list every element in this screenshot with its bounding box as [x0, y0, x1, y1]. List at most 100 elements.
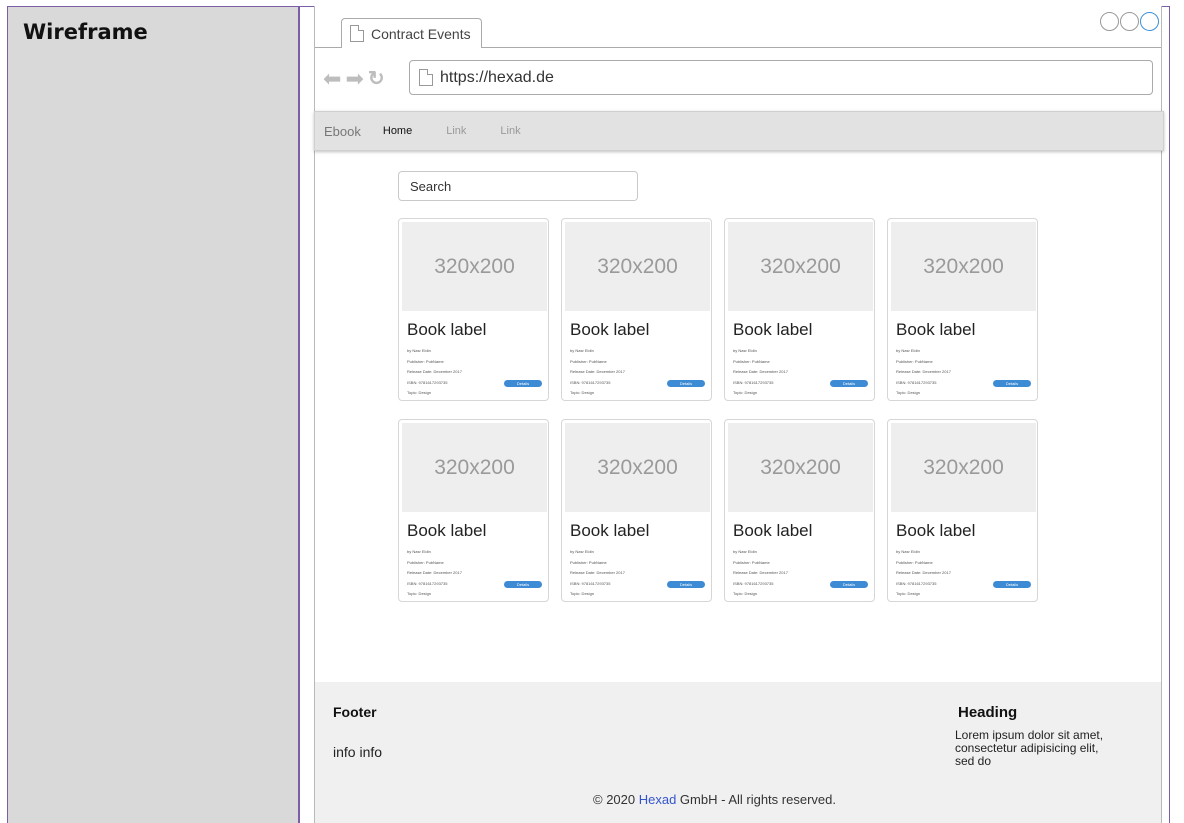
card-topic: Topic: Design	[896, 591, 921, 596]
book-card: 320x200 Book label by Nasr Eldin Publisher:…	[398, 419, 549, 602]
card-meta: by Nasr Eldin Publisher: PubName Release D…	[733, 547, 788, 600]
card-title: Book label	[570, 521, 650, 540]
card-release-date: Release Date: December 2017	[570, 570, 625, 575]
tab-title: Contract Events	[371, 25, 471, 42]
card-image-placeholder: 320x200	[402, 222, 547, 311]
card-publisher: Publisher: PubName	[570, 559, 607, 565]
card-publisher: Publisher: PubName	[896, 559, 933, 565]
book-card: 320x200 Book label by Nasr Eldin Publisher:…	[724, 419, 875, 602]
card-title: Book label	[896, 521, 976, 540]
card-release-date: Release Date: December 2017	[407, 369, 462, 374]
navigation-buttons: ⬅ ➡ ↻	[323, 66, 385, 91]
navbar-brand[interactable]: Ebook	[324, 124, 361, 139]
window-control-icon[interactable]	[1120, 12, 1139, 31]
card-release-date: Release Date: December 2017	[896, 369, 951, 374]
reload-icon[interactable]: ↻	[368, 66, 385, 91]
card-title: Book label	[407, 320, 487, 339]
document-divider	[298, 6, 300, 823]
card-image-placeholder: 320x200	[728, 423, 873, 512]
card-title: Book label	[896, 320, 976, 339]
card-author: by Nasr Eldin	[407, 549, 431, 554]
book-card: 320x200 Book label by Nasr Eldin Publisher:…	[887, 218, 1038, 401]
address-bar[interactable]: https://hexad.de	[409, 60, 1153, 95]
card-isbn: ISBN: 9781617293735	[407, 580, 448, 586]
book-card: 320x200 Book label by Nasr Eldin Publisher:…	[561, 419, 712, 602]
details-button[interactable]: Details	[667, 380, 705, 387]
card-meta: by Nasr Eldin Publisher: PubName Release D…	[896, 547, 951, 600]
document-right-border	[1169, 6, 1170, 823]
card-isbn: ISBN: 9781617293735	[570, 580, 611, 586]
details-button[interactable]: Details	[993, 581, 1031, 588]
card-image-placeholder: 320x200	[402, 423, 547, 512]
card-meta: by Nasr Eldin Publisher: PubName Release D…	[570, 547, 625, 600]
book-card: 320x200 Book label by Nasr Eldin Publisher:…	[561, 218, 712, 401]
details-button[interactable]: Details	[667, 581, 705, 588]
details-button[interactable]: Details	[504, 380, 542, 387]
card-meta: by Nasr Eldin Publisher: PubName Release D…	[407, 547, 462, 600]
document-left-title: Wireframe	[23, 20, 148, 44]
card-topic: Topic: Design	[733, 390, 758, 395]
search-input[interactable]: Search	[398, 171, 638, 201]
card-isbn: ISBN: 9781617293735	[570, 379, 611, 385]
card-release-date: Release Date: December 2017	[570, 369, 625, 374]
document-left-cell: Wireframe	[7, 6, 298, 823]
card-title: Book label	[733, 320, 813, 339]
card-topic: Topic: Design	[407, 591, 432, 596]
details-button[interactable]: Details	[830, 380, 868, 387]
card-isbn: ISBN: 9781617293735	[733, 379, 774, 385]
url-text: https://hexad.de	[440, 68, 554, 86]
card-meta: by Nasr Eldin Publisher: PubName Release D…	[896, 346, 951, 399]
copyright: © 2020 Hexad GmbH - All rights reserved.	[593, 792, 836, 807]
page-icon	[350, 25, 364, 42]
copyright-suffix: GmbH - All rights reserved.	[676, 792, 836, 807]
window-control-icon[interactable]	[1140, 12, 1159, 31]
card-isbn: ISBN: 9781617293735	[896, 379, 937, 385]
copyright-brand-link[interactable]: Hexad	[639, 792, 677, 807]
details-button[interactable]: Details	[504, 581, 542, 588]
card-meta: by Nasr Eldin Publisher: PubName Release D…	[733, 346, 788, 399]
browser-window: Contract Events ⬅ ➡ ↻ https://hexad.de E…	[314, 6, 1164, 823]
window-control-icon[interactable]	[1100, 12, 1119, 31]
card-author: by Nasr Eldin	[570, 348, 594, 353]
card-author: by Nasr Eldin	[570, 549, 594, 554]
back-arrow-icon[interactable]: ⬅	[323, 67, 341, 89]
card-image-placeholder: 320x200	[728, 222, 873, 311]
page-icon	[419, 69, 433, 86]
card-author: by Nasr Eldin	[733, 549, 757, 554]
footer-heading: Heading	[958, 704, 1018, 721]
card-meta: by Nasr Eldin Publisher: PubName Release D…	[407, 346, 462, 399]
card-publisher: Publisher: PubName	[570, 358, 607, 364]
nav-link[interactable]: Link	[446, 125, 466, 137]
site-footer: Footer info info Heading Lorem ipsum dol…	[315, 682, 1161, 823]
nav-link-home[interactable]: Home	[383, 125, 412, 137]
card-topic: Topic: Design	[896, 390, 921, 395]
site-navbar: Ebook Home Link Link	[314, 111, 1164, 151]
book-grid: 320x200 Book label by Nasr Eldin Publisher:…	[398, 218, 1038, 602]
card-title: Book label	[407, 521, 487, 540]
card-release-date: Release Date: December 2017	[733, 369, 788, 374]
card-release-date: Release Date: December 2017	[733, 570, 788, 575]
card-image-placeholder: 320x200	[891, 222, 1036, 311]
details-button[interactable]: Details	[993, 380, 1031, 387]
card-title: Book label	[733, 521, 813, 540]
card-title: Book label	[570, 320, 650, 339]
browser-tab[interactable]: Contract Events	[341, 18, 482, 48]
card-publisher: Publisher: PubName	[407, 358, 444, 364]
card-publisher: Publisher: PubName	[733, 559, 770, 565]
card-isbn: ISBN: 9781617293735	[896, 580, 937, 586]
card-topic: Topic: Design	[570, 591, 595, 596]
card-author: by Nasr Eldin	[896, 348, 920, 353]
book-card: 320x200 Book label by Nasr Eldin Publisher:…	[887, 419, 1038, 602]
nav-link[interactable]: Link	[500, 125, 520, 137]
book-card: 320x200 Book label by Nasr Eldin Publisher:…	[724, 218, 875, 401]
card-topic: Topic: Design	[407, 390, 432, 395]
card-author: by Nasr Eldin	[407, 348, 431, 353]
card-author: by Nasr Eldin	[896, 549, 920, 554]
card-isbn: ISBN: 9781617293735	[733, 580, 774, 586]
card-isbn: ISBN: 9781617293735	[407, 379, 448, 385]
card-topic: Topic: Design	[733, 591, 758, 596]
forward-arrow-icon[interactable]: ➡	[345, 67, 363, 89]
details-button[interactable]: Details	[830, 581, 868, 588]
card-author: by Nasr Eldin	[733, 348, 757, 353]
card-image-placeholder: 320x200	[565, 222, 710, 311]
